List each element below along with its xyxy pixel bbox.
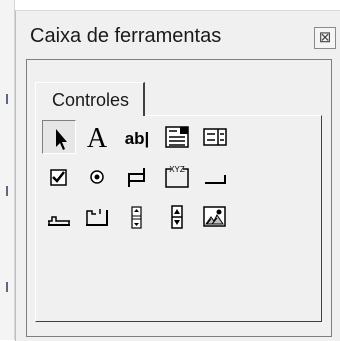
multipage-icon (86, 209, 108, 226)
textbox-button[interactable]: ab| (120, 120, 154, 154)
edge-mark (6, 282, 8, 292)
spinbutton-button[interactable] (160, 200, 194, 234)
tool-grid: A ab| XYZ (35, 115, 322, 322)
combobox-button[interactable] (160, 120, 194, 154)
window-title: Caixa de ferramentas (30, 25, 222, 47)
commandbutton-button[interactable] (198, 160, 232, 194)
multipage-button[interactable] (80, 200, 114, 234)
controls-panel: Controles A ab| XYZ (26, 59, 332, 337)
label-icon: A (87, 123, 108, 154)
optionbutton-button[interactable] (80, 160, 114, 194)
spinbutton-icon (171, 205, 183, 229)
checkbox-button[interactable] (42, 160, 76, 194)
label-button[interactable]: A (80, 120, 114, 154)
optionbutton-icon (90, 170, 104, 184)
checkbox-icon (50, 169, 67, 186)
tab-controles[interactable]: Controles (35, 82, 145, 116)
frame-button[interactable]: XYZ (160, 160, 194, 194)
commandbutton-icon (205, 175, 226, 184)
background-window-edge (0, 0, 15, 340)
scrollbar-icon (131, 206, 142, 229)
tabstrip-icon (48, 216, 70, 226)
select-objects-icon (56, 129, 67, 150)
togglebutton-icon (128, 168, 145, 187)
image-button[interactable] (198, 200, 232, 234)
edge-mark (6, 186, 8, 196)
select-objects-button[interactable] (42, 120, 76, 154)
svg-text:XYZ: XYZ (169, 165, 185, 174)
listbox-button[interactable] (198, 120, 232, 154)
tab-label: Controles (52, 90, 130, 110)
close-button[interactable]: ⊠ (314, 27, 336, 49)
svg-text:A: A (87, 123, 108, 154)
toolbox-window: Caixa de ferramentas ⊠ Controles A ab| X… (15, 10, 340, 341)
close-icon: ⊠ (318, 29, 332, 46)
frame-icon: XYZ (165, 165, 189, 188)
togglebutton-button[interactable] (120, 160, 154, 194)
svg-text:ab|: ab| (125, 129, 150, 148)
edge-mark (6, 94, 8, 104)
image-icon (203, 206, 226, 227)
combobox-icon (165, 126, 189, 148)
titlebar[interactable]: Caixa de ferramentas ⊠ (16, 11, 340, 61)
tabstrip-button[interactable] (42, 200, 76, 234)
listbox-icon (203, 128, 227, 146)
scrollbar-button[interactable] (120, 200, 154, 234)
textbox-icon: ab| (125, 129, 150, 148)
